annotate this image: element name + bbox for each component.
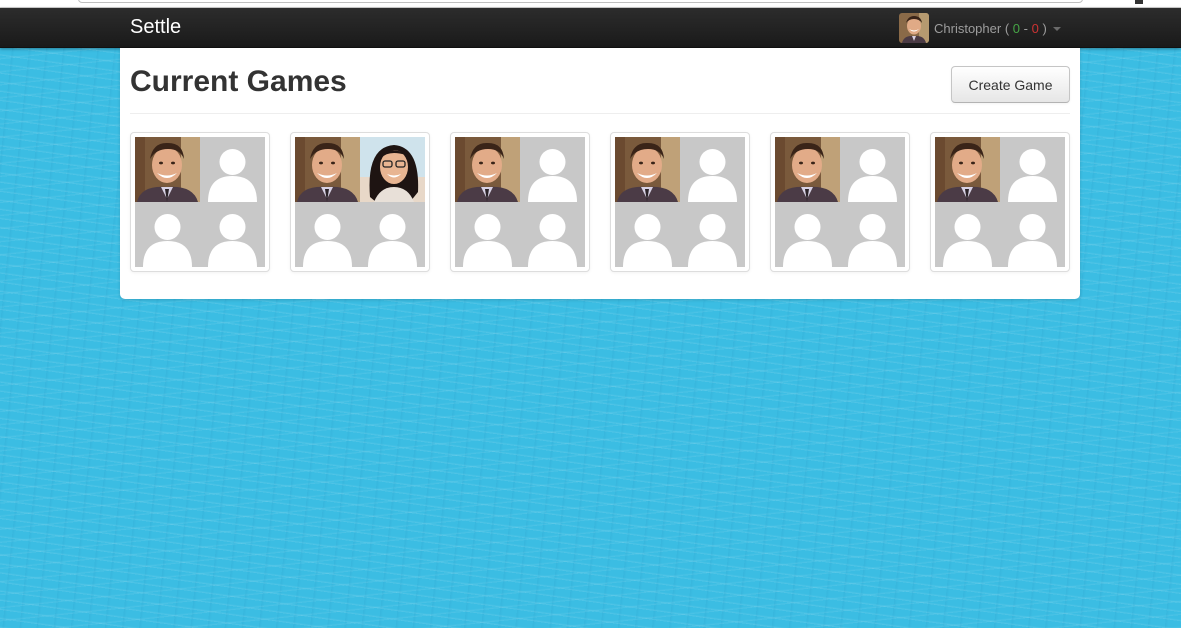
game-players-grid bbox=[615, 137, 745, 267]
empty-player-slot-icon bbox=[840, 137, 905, 202]
empty-player-slot-icon bbox=[520, 137, 585, 202]
player-avatar-christopher bbox=[455, 137, 520, 202]
empty-player-slot-icon bbox=[680, 137, 745, 202]
brand-link[interactable]: Settle bbox=[130, 16, 181, 39]
record-close-paren: ) bbox=[1042, 20, 1047, 36]
empty-player-slot-icon bbox=[200, 137, 265, 202]
empty-player-slot-icon bbox=[295, 202, 360, 267]
player-avatar-christopher bbox=[935, 137, 1000, 202]
player-avatar-christopher bbox=[295, 137, 360, 202]
game-players-grid bbox=[135, 137, 265, 267]
games-list bbox=[130, 132, 1070, 272]
browser-corner-icon bbox=[1135, 0, 1143, 4]
browser-top-strip bbox=[0, 0, 1181, 8]
user-name: Christopher bbox=[934, 20, 1002, 36]
game-card[interactable] bbox=[450, 132, 590, 272]
empty-player-slot-icon bbox=[680, 202, 745, 267]
player-avatar-christopher bbox=[615, 137, 680, 202]
game-players-grid bbox=[775, 137, 905, 267]
empty-player-slot-icon bbox=[615, 202, 680, 267]
create-game-button[interactable]: Create Game bbox=[951, 66, 1070, 103]
record-separator: - bbox=[1023, 20, 1028, 36]
empty-player-slot-icon bbox=[455, 202, 520, 267]
game-card[interactable] bbox=[770, 132, 910, 272]
game-card[interactable] bbox=[930, 132, 1070, 272]
header-divider bbox=[130, 113, 1070, 114]
game-players-grid bbox=[935, 137, 1065, 267]
game-card[interactable] bbox=[130, 132, 270, 272]
empty-player-slot-icon bbox=[520, 202, 585, 267]
empty-player-slot-icon bbox=[1000, 137, 1065, 202]
user-label: Christopher ( 0 - 0 ) bbox=[934, 21, 1047, 36]
user-menu-dropdown[interactable]: Christopher ( 0 - 0 ) bbox=[899, 12, 1061, 44]
empty-player-slot-icon bbox=[935, 202, 1000, 267]
page-title: Current Games bbox=[130, 65, 347, 98]
game-card[interactable] bbox=[290, 132, 430, 272]
game-players-grid bbox=[455, 137, 585, 267]
empty-player-slot-icon bbox=[1000, 202, 1065, 267]
game-players-grid bbox=[295, 137, 425, 267]
chevron-down-icon bbox=[1052, 27, 1061, 31]
empty-player-slot-icon bbox=[135, 202, 200, 267]
game-card[interactable] bbox=[610, 132, 750, 272]
wins-count: 0 bbox=[1012, 20, 1021, 36]
main-panel: Current Games Create Game bbox=[120, 48, 1080, 299]
empty-player-slot-icon bbox=[840, 202, 905, 267]
address-bar-edge bbox=[78, 0, 1083, 3]
player-avatar-christopher bbox=[135, 137, 200, 202]
player-avatar-christopher bbox=[775, 137, 840, 202]
record-open-paren: ( bbox=[1004, 20, 1010, 36]
player-avatar-friend bbox=[360, 137, 425, 202]
user-avatar bbox=[899, 13, 929, 43]
empty-player-slot-icon bbox=[360, 202, 425, 267]
empty-player-slot-icon bbox=[775, 202, 840, 267]
navbar: Settle Christopher ( 0 - 0 ) bbox=[0, 8, 1181, 48]
empty-player-slot-icon bbox=[200, 202, 265, 267]
losses-count: 0 bbox=[1031, 20, 1039, 36]
